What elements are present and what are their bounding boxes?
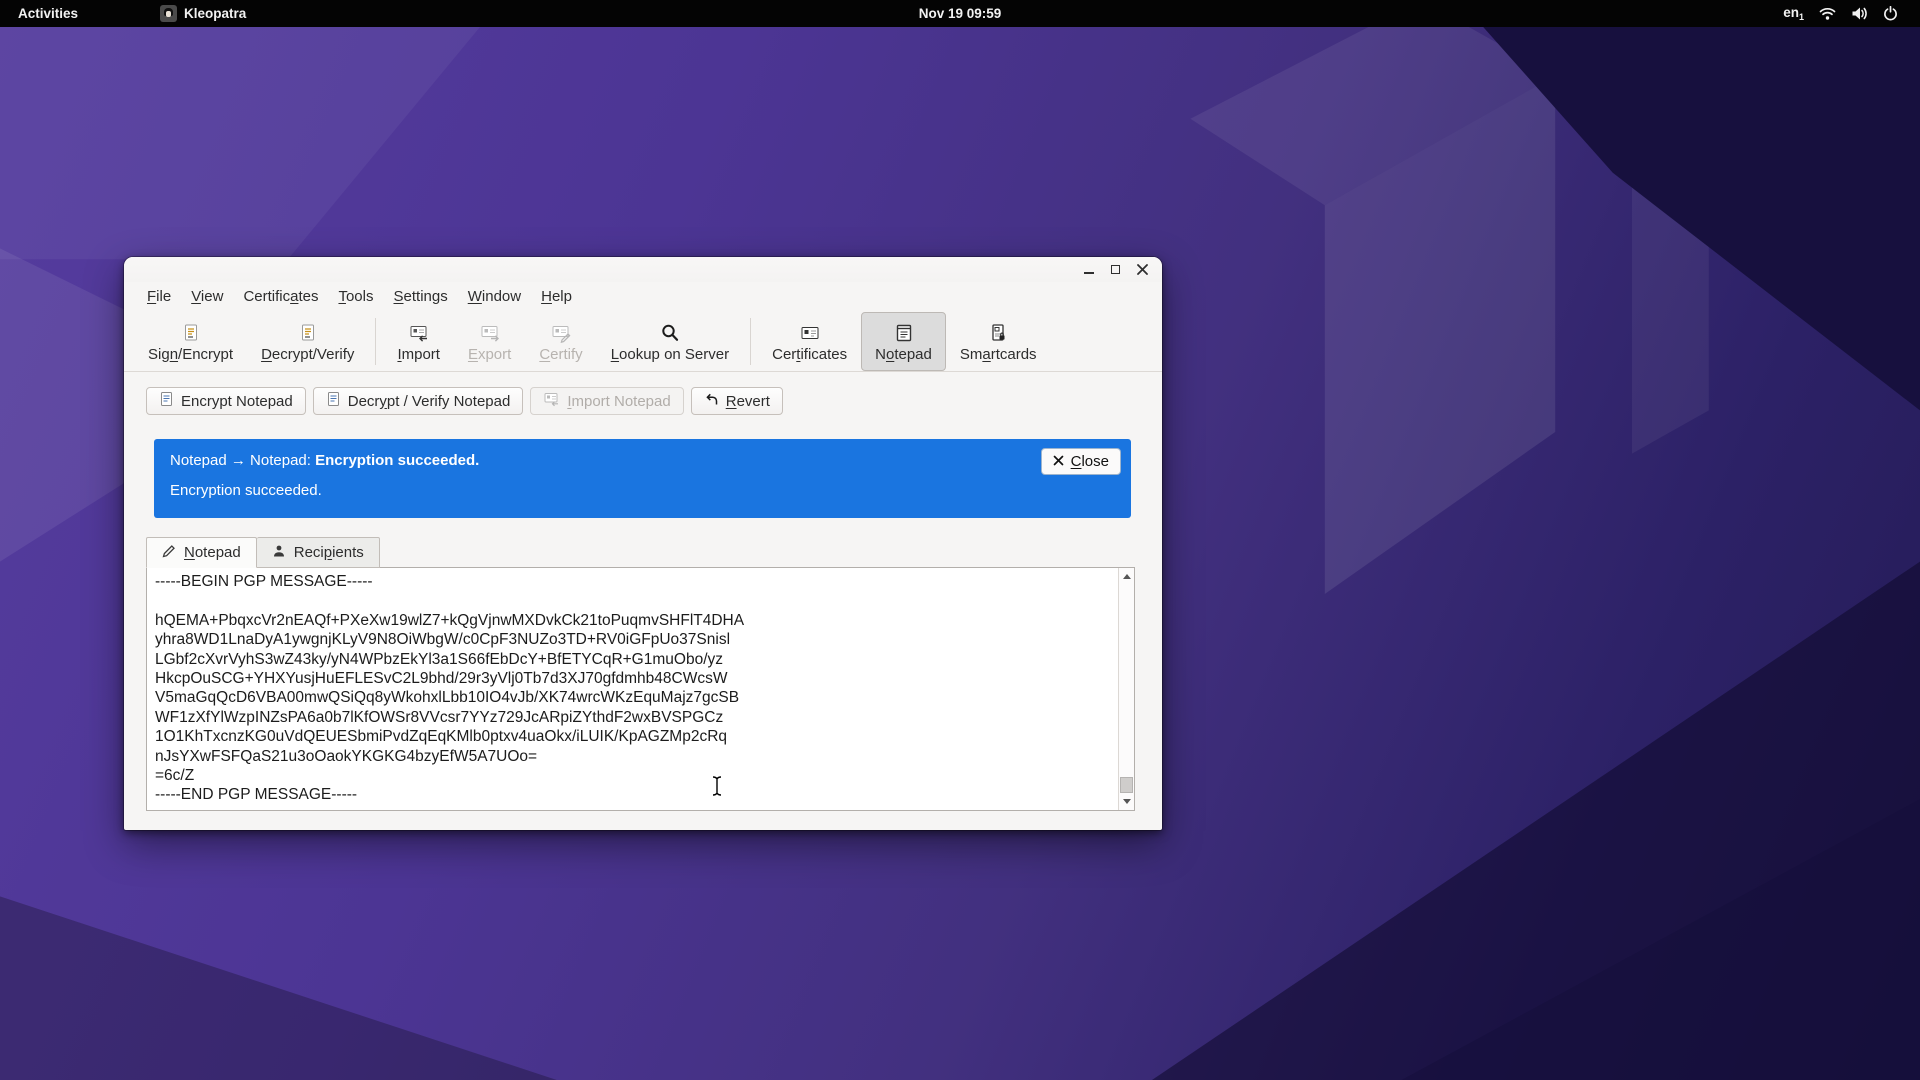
clock[interactable]: Nov 19 09:59 — [919, 0, 1002, 27]
window-titlebar[interactable] — [124, 257, 1162, 282]
toolbar-separator — [750, 318, 751, 365]
notepad-editor: -----BEGIN PGP MESSAGE----- hQEMA+PbqxcV… — [146, 567, 1135, 811]
scroll-down-button[interactable] — [1119, 794, 1134, 809]
toolbar-sign-encrypt[interactable]: Sign/Encrypt — [134, 312, 247, 371]
menu-file[interactable]: File — [137, 285, 181, 308]
export-icon — [479, 321, 501, 343]
top-bar: Activities Kleopatra Nov 19 09:59 en1 — [0, 0, 1920, 27]
decrypt-verify-icon — [298, 321, 318, 343]
certificates-icon — [799, 321, 821, 343]
system-status-area[interactable]: en1 — [1783, 0, 1920, 27]
pencil-icon — [162, 544, 176, 562]
menu-window[interactable]: Window — [458, 285, 531, 308]
kleopatra-icon — [160, 5, 177, 22]
close-icon — [1053, 453, 1064, 470]
volume-icon — [1851, 6, 1868, 21]
minimize-button[interactable] — [1082, 263, 1095, 276]
toolbar-certify[interactable]: Certify — [525, 312, 596, 371]
toolbar-decrypt-verify[interactable]: Decrypt/Verify — [247, 312, 368, 371]
kleopatra-window: File View Certificates Tools Settings Wi… — [124, 257, 1162, 830]
toolbar-certificates[interactable]: Certificates — [758, 312, 861, 371]
focused-app-name: Kleopatra — [184, 6, 246, 21]
notepad-actions: Encrypt Notepad Decrypt / Verify Notepad… — [124, 372, 1162, 415]
import-notepad-button[interactable]: Import Notepad — [530, 387, 683, 415]
scrollbar-thumb[interactable] — [1120, 777, 1133, 793]
person-icon — [272, 544, 286, 562]
menu-settings[interactable]: Settings — [384, 285, 458, 308]
ibeam-cursor — [710, 775, 724, 802]
power-icon — [1883, 6, 1898, 21]
notepad-icon — [894, 321, 914, 343]
smartcards-icon — [988, 321, 1008, 343]
toolbar-separator — [375, 318, 376, 365]
notepad-tabbar: Notepad Recipients — [146, 537, 1162, 568]
menu-help[interactable]: Help — [531, 285, 582, 308]
tab-notepad[interactable]: Notepad — [146, 537, 257, 568]
toolbar-smartcards[interactable]: Smartcards — [946, 312, 1051, 371]
vertical-scrollbar[interactable] — [1118, 568, 1134, 810]
import-notepad-icon — [543, 391, 560, 411]
banner-title: Notepad → Notepad: Encryption succeeded. — [170, 452, 1115, 469]
desktop: Activities Kleopatra Nov 19 09:59 en1 — [0, 0, 1920, 1080]
activities-button[interactable]: Activities — [0, 0, 90, 27]
menu-view[interactable]: View — [181, 285, 233, 308]
status-banner: Notepad → Notepad: Encryption succeeded.… — [154, 439, 1131, 518]
keyboard-layout-indicator[interactable]: en1 — [1783, 5, 1804, 22]
banner-close-button[interactable]: Close — [1041, 448, 1121, 475]
wifi-icon — [1819, 7, 1836, 21]
close-window-button[interactable] — [1136, 263, 1149, 276]
pgp-message-textarea[interactable]: -----BEGIN PGP MESSAGE----- hQEMA+PbqxcV… — [147, 568, 1118, 810]
revert-button[interactable]: Revert — [691, 387, 783, 415]
toolbar-import[interactable]: Import — [383, 312, 454, 371]
sign-encrypt-icon — [181, 321, 201, 343]
encrypt-notepad-icon — [159, 391, 174, 411]
menu-certificates[interactable]: Certificates — [233, 285, 328, 308]
encrypt-notepad-button[interactable]: Encrypt Notepad — [146, 387, 306, 415]
revert-icon — [704, 392, 719, 411]
toolbar-notepad[interactable]: Notepad — [861, 312, 946, 371]
search-icon — [660, 321, 680, 343]
menu-bar: File View Certificates Tools Settings Wi… — [124, 282, 1162, 311]
menu-tools[interactable]: Tools — [328, 285, 383, 308]
toolbar-lookup-on-server[interactable]: Lookup on Server — [597, 312, 743, 371]
import-icon — [408, 321, 430, 343]
scroll-up-button[interactable] — [1119, 569, 1134, 584]
banner-detail: Encryption succeeded. — [170, 482, 1115, 499]
decrypt-verify-notepad-button[interactable]: Decrypt / Verify Notepad — [313, 387, 524, 415]
main-toolbar: Sign/Encrypt Decrypt/Verify Import Expor — [124, 311, 1162, 372]
focused-app-menu[interactable]: Kleopatra — [148, 0, 258, 27]
certify-icon — [550, 321, 572, 343]
toolbar-export[interactable]: Export — [454, 312, 525, 371]
maximize-button[interactable] — [1109, 263, 1122, 276]
tab-recipients[interactable]: Recipients — [257, 537, 380, 568]
decrypt-notepad-icon — [326, 391, 341, 411]
